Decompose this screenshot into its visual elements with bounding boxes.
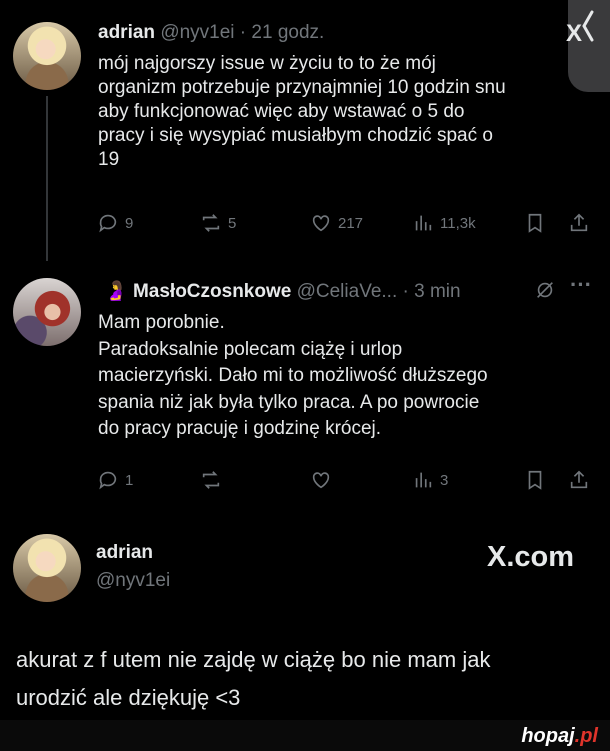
avatar[interactable]: [13, 22, 81, 90]
reply-icon: [99, 214, 117, 233]
grok-button[interactable]: [534, 279, 556, 301]
author-name[interactable]: MasłoCzosnkowe: [133, 281, 291, 302]
avatar[interactable]: [13, 534, 81, 602]
bookmark-button[interactable]: [524, 469, 546, 491]
author-emoji: 🤰: [104, 281, 128, 302]
views-icon: [415, 215, 432, 231]
xcom-logo: X.com: [487, 541, 575, 573]
repost-icon: [202, 471, 220, 489]
share-icon: [570, 470, 588, 489]
bookmark-icon: [528, 470, 542, 490]
author-name[interactable]: adrian: [98, 22, 155, 43]
share-button[interactable]: [568, 469, 590, 491]
watermark-logo: hopaj.pl: [521, 725, 598, 747]
views-icon: [415, 472, 432, 488]
bookmark-button[interactable]: [524, 212, 546, 234]
views-button[interactable]: 11,3k: [412, 212, 476, 234]
handle-time: @CeliaVe... · 3 min: [296, 281, 461, 302]
share-icon: [570, 213, 588, 232]
tweet-text: mój najgorszy issue w życiu to to że mój…: [98, 53, 506, 170]
repost-button[interactable]: [200, 469, 222, 491]
share-button[interactable]: [568, 212, 590, 234]
thread-line: [46, 96, 48, 261]
tweet-text: akurat z f utem nie zajdę w ciążę bo nie…: [16, 647, 491, 710]
like-button[interactable]: [310, 469, 332, 491]
author-handle: @nyv1ei: [96, 570, 171, 591]
heart-icon: [312, 215, 330, 232]
avatar[interactable]: [13, 278, 81, 346]
handle-time: @nyv1ei · 21 godz.: [160, 22, 325, 43]
heart-icon: [312, 472, 330, 489]
reply-button[interactable]: 1: [97, 469, 133, 491]
watermark-bar: [0, 720, 610, 751]
author-name[interactable]: adrian: [96, 542, 170, 564]
repost-icon: [202, 214, 220, 232]
views-button[interactable]: 3: [412, 469, 448, 491]
reply-button[interactable]: 9: [97, 212, 133, 234]
repost-button[interactable]: 5: [200, 212, 236, 234]
reply-icon: [99, 471, 117, 490]
like-button[interactable]: 217: [310, 212, 363, 234]
tweet-text: Mam porobnie. Paradoksalnie polecam ciąż…: [98, 312, 488, 439]
more-options-button[interactable]: ···: [570, 272, 592, 298]
grok-icon: [537, 282, 553, 298]
x-icon-partial: X: [566, 20, 583, 47]
bookmark-icon: [528, 213, 542, 233]
